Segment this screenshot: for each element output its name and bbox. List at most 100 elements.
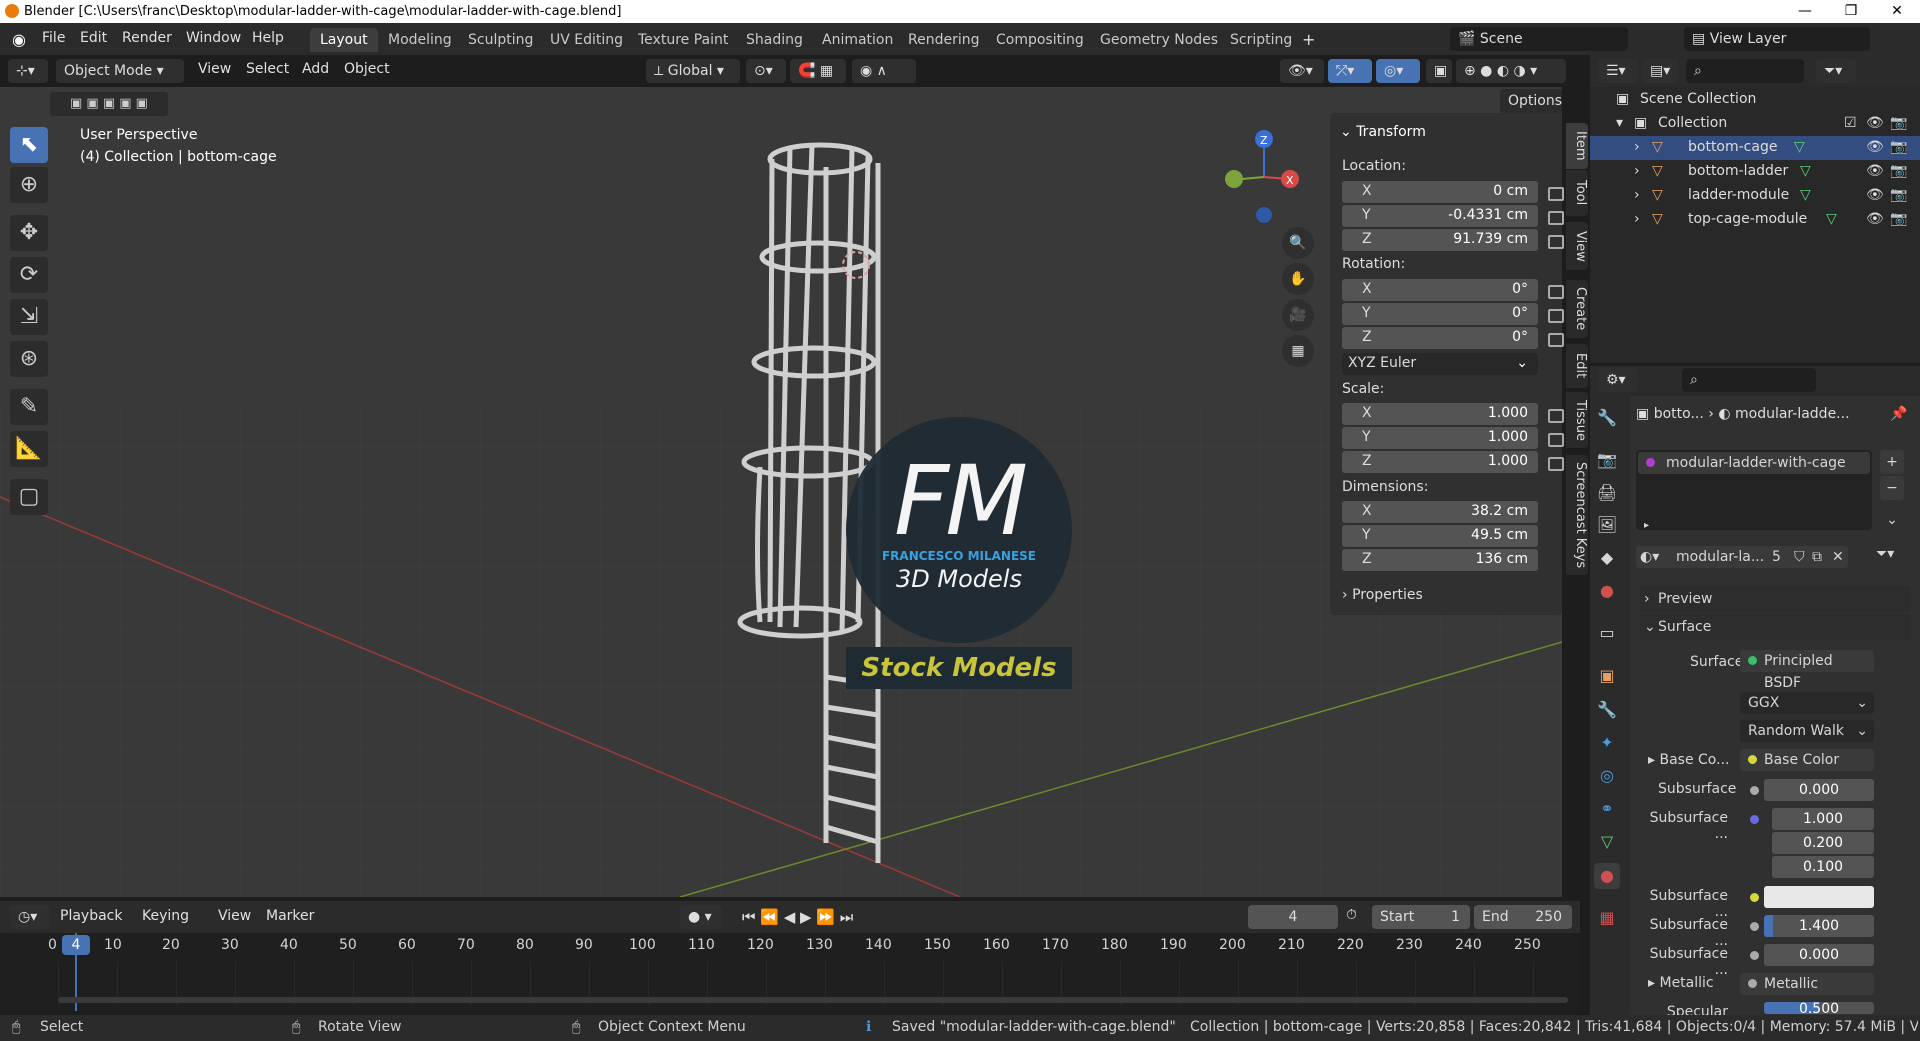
sidetab-create[interactable]: Create [1566, 280, 1588, 338]
lock-icon[interactable] [1548, 285, 1564, 299]
3d-viewport[interactable]: User Perspective (4) Collection | bottom… [0, 87, 1562, 897]
metallic-field[interactable]: Metallic [1740, 973, 1874, 995]
eye-icon[interactable]: 👁 [1866, 211, 1884, 227]
gizmo-icon[interactable]: ⤱▾ [1328, 59, 1372, 83]
rotation-x-field[interactable]: X 0° [1342, 279, 1538, 301]
add-workspace-icon[interactable]: + [1302, 30, 1315, 49]
tab-uv-editing[interactable]: UV Editing [540, 28, 633, 52]
tab-texture-paint[interactable]: Texture Paint [628, 28, 738, 52]
start-frame-field[interactable]: Start 1 [1372, 905, 1470, 929]
auto-keying-icon[interactable]: ● ▾ [680, 905, 722, 929]
end-frame-field[interactable]: End 250 [1474, 905, 1572, 929]
outliner-editor-icon[interactable]: ☰▾ [1598, 59, 1638, 83]
transform-tool-icon[interactable]: ⊛ [10, 341, 48, 377]
maximize-button[interactable]: ❐ [1828, 0, 1874, 23]
surface-shader-field[interactable]: Principled BSDF [1740, 650, 1874, 691]
object-mode-dropdown[interactable]: Object Mode ▾ [56, 59, 184, 83]
camera-icon[interactable]: 🎥 [1282, 299, 1314, 331]
snap-icon[interactable]: 🧲 ▦ [790, 59, 846, 83]
properties-search-input[interactable]: ⌕ [1682, 368, 1816, 392]
menu-marker[interactable]: Marker [266, 908, 314, 924]
sidetab-edit[interactable]: Edit [1566, 344, 1588, 388]
properties-section[interactable]: › Properties [1342, 587, 1423, 603]
modifier-tab-icon[interactable]: 🔧 [1594, 697, 1620, 723]
tab-rendering[interactable]: Rendering [898, 28, 990, 52]
subsurface-radius-z-field[interactable]: 0.100 [1772, 856, 1874, 878]
remove-slot-button[interactable]: − [1880, 476, 1904, 500]
lock-icon[interactable] [1548, 433, 1564, 447]
dimensions-y-field[interactable]: Y 49.5 cm [1342, 525, 1538, 547]
menu-view[interactable]: View [198, 61, 231, 77]
menu-edit[interactable]: Edit [80, 30, 107, 46]
select-box-tool-icon[interactable]: ⬉ [10, 127, 48, 163]
zoom-icon[interactable]: 🔍 [1282, 227, 1314, 259]
pan-hand-icon[interactable]: ✋ [1282, 263, 1314, 295]
subsurface-field[interactable]: 0.000 [1764, 779, 1874, 801]
blender-menu-icon[interactable]: ◉ [12, 30, 26, 49]
eye-icon[interactable]: 👁 [1866, 139, 1884, 155]
sidetab-item[interactable]: Item [1566, 123, 1588, 169]
output-tab-icon[interactable]: 🖨 [1594, 480, 1620, 506]
menu-render[interactable]: Render [122, 30, 172, 46]
outliner-item-bottom-cage[interactable]: › ▽ bottom-cage ▽ 👁 📷 [1590, 136, 1920, 160]
camera-icon[interactable]: 📷 [1890, 163, 1907, 179]
lock-icon[interactable] [1548, 187, 1564, 201]
menu-object[interactable]: Object [344, 61, 390, 77]
sidetab-view[interactable]: View [1566, 222, 1588, 270]
lock-icon[interactable] [1548, 235, 1564, 249]
expand-icon[interactable]: ▾ [1616, 115, 1623, 131]
current-frame-field[interactable]: 4 [1248, 905, 1338, 929]
scene-selector[interactable]: 🎬 Scene [1450, 27, 1628, 51]
material-tab-icon[interactable]: ● [1594, 863, 1620, 889]
expand-icon[interactable]: › [1634, 163, 1640, 179]
sidetab-tool[interactable]: Tool [1566, 170, 1588, 216]
menu-timeline-view[interactable]: View [218, 908, 251, 924]
timeline-editor-icon[interactable]: ◷▾ [10, 905, 50, 929]
annotate-tool-icon[interactable]: ✎ [10, 389, 48, 425]
editor-type-icon[interactable]: ⊹▾ [8, 59, 48, 83]
tab-sculpting[interactable]: Sculpting [458, 28, 543, 52]
cursor-tool-icon[interactable]: ⊕ [10, 167, 48, 203]
lock-icon[interactable] [1548, 333, 1564, 347]
scene-collection-row[interactable]: ▣ Scene Collection [1590, 88, 1920, 112]
add-slot-button[interactable]: + [1880, 450, 1904, 474]
menu-select[interactable]: Select [246, 61, 289, 77]
lock-icon[interactable] [1548, 309, 1564, 323]
eye-icon[interactable]: 👁 [1866, 115, 1884, 131]
select-mode-buttons[interactable]: ▣ ▣ ▣ ▣ ▣ [50, 92, 168, 116]
dimensions-z-field[interactable]: Z 136 cm [1342, 549, 1538, 571]
camera-icon[interactable]: 📷 [1890, 139, 1907, 155]
sidetab-screencast-keys[interactable]: Screencast Keys [1566, 455, 1588, 575]
lock-icon[interactable] [1548, 211, 1564, 225]
outliner-item-ladder-module[interactable]: › ▽ ladder-module ▽ 👁 📷 [1590, 184, 1920, 208]
subsurface-ior-field[interactable]: 1.400 [1764, 915, 1874, 937]
options-dropdown[interactable]: Options ▾ [1500, 89, 1562, 113]
preview-range-icon[interactable]: ⏱ [1346, 907, 1357, 923]
physics-tab-icon[interactable]: ◎ [1594, 763, 1620, 789]
checkbox-icon[interactable]: ☑ [1844, 115, 1857, 131]
expand-icon[interactable]: › [1634, 211, 1640, 227]
overlays-icon[interactable]: ◎▾ [1376, 59, 1420, 83]
rotation-z-field[interactable]: Z 0° [1342, 327, 1538, 349]
subsurface-radius-y-field[interactable]: 0.200 [1772, 832, 1874, 854]
scale-y-field[interactable]: Y 1.000 [1342, 427, 1538, 449]
camera-icon[interactable]: 📷 [1890, 115, 1907, 131]
scale-z-field[interactable]: Z 1.000 [1342, 451, 1538, 473]
view-layer-tab-icon[interactable]: 🖼 [1594, 512, 1620, 538]
rotate-tool-icon[interactable]: ⟳ [10, 257, 48, 293]
subsurface-color-swatch[interactable] [1764, 886, 1874, 908]
expand-icon[interactable]: › [1634, 139, 1640, 155]
dimensions-x-field[interactable]: X 38.2 cm [1342, 501, 1538, 523]
material-datablock[interactable]: ◐▾ modular-la... 5 ⛉ ⧉ ✕ [1636, 546, 1848, 568]
scale-tool-icon[interactable]: ⇲ [10, 299, 48, 335]
location-x-field[interactable]: X 0 cm [1342, 181, 1538, 203]
fake-user-icon[interactable]: ⛉ [1794, 546, 1805, 568]
collection-row[interactable]: ▾ ▣ Collection ☑ 👁 📷 [1590, 112, 1920, 136]
subsurface-anisotropy-field[interactable]: 0.000 [1764, 944, 1874, 966]
transform-header[interactable]: ⌄ Transform [1340, 124, 1426, 140]
eye-icon[interactable]: 👁 [1866, 163, 1884, 179]
camera-icon[interactable]: 📷 [1890, 187, 1907, 203]
data-tab-icon[interactable]: ▽ [1594, 829, 1620, 855]
tab-layout[interactable]: Layout [310, 28, 378, 52]
material-browse-icon[interactable]: ◐▾ [1640, 546, 1659, 568]
